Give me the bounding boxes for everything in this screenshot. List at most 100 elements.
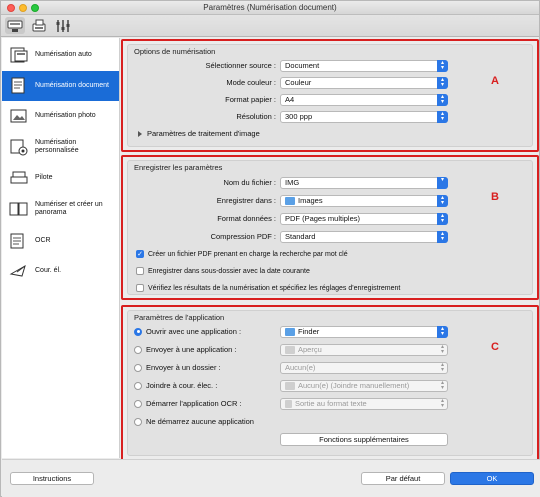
more-functions-button[interactable]: Fonctions supplémentaires	[280, 433, 448, 446]
checkbox-box	[136, 267, 144, 275]
date-subfolder-checkbox[interactable]: Enregistrer dans sous-dossier avec la da…	[136, 267, 310, 275]
scan-from-computer-icon	[7, 20, 23, 32]
finder-icon	[285, 328, 295, 336]
text-document-icon	[285, 400, 292, 408]
tab-general-settings[interactable]	[53, 17, 73, 34]
section-letter-a: A	[491, 75, 499, 87]
source-select[interactable]: Document ▴ ▾	[280, 60, 448, 72]
toolbar	[1, 15, 539, 37]
start-ocr-radio[interactable]: Démarrer l'application OCR :	[134, 399, 242, 408]
send-to-app-radio[interactable]: Envoyer à une application :	[134, 345, 236, 354]
radio-indicator	[134, 381, 142, 390]
open-with-app-select[interactable]: Finder ▴ ▾	[280, 326, 448, 338]
searchable-pdf-checkbox[interactable]: ✓ Créer un fichier PDF prenant en charge…	[136, 250, 348, 258]
send-to-app-select[interactable]: Aperçu ▴ ▾	[280, 344, 448, 356]
open-with-app-radio[interactable]: Ouvrir avec une application :	[134, 327, 241, 336]
sidebar-item-label: Numériser et créer un panorama	[35, 201, 103, 216]
start-ocr-select[interactable]: Sortie au format texte ▴ ▾	[280, 398, 448, 410]
send-to-folder-label: Envoyer à un dossier :	[146, 363, 221, 372]
instructions-button[interactable]: Instructions	[10, 472, 94, 485]
custom-scan-icon	[10, 139, 28, 156]
chevron-updown-icon: ▴ ▾	[437, 231, 448, 243]
application-settings-title: Paramètres de l'application	[134, 313, 225, 322]
resolution-select[interactable]: 300 ppp ▴ ▾	[280, 111, 448, 123]
attach-email-radio[interactable]: Joindre à cour. élec. :	[134, 381, 217, 390]
open-with-app-label: Ouvrir avec une application :	[146, 327, 242, 336]
chevron-updown-icon: ▴ ▾	[437, 326, 448, 338]
settings-window: Paramètres (Numérisation document) Numér…	[0, 0, 540, 497]
pdf-compression-label: Compression PDF :	[210, 232, 276, 241]
data-format-select[interactable]: PDF (Pages multiples) ▴ ▾	[280, 213, 448, 225]
radio-indicator	[134, 399, 142, 408]
sidebar-item-driver[interactable]: Pilote	[2, 163, 119, 193]
pdf-compression-select[interactable]: Standard ▴ ▾	[280, 231, 448, 243]
image-processing-label: Paramètres de traitement d'image	[147, 129, 260, 138]
sidebar-item-panorama[interactable]: Numériser et créer un panorama	[2, 194, 119, 224]
chevron-updown-icon: ▴ ▾	[437, 195, 448, 207]
sidebar: Numérisation auto Numérisation document …	[2, 38, 120, 458]
save-in-value: Images	[298, 196, 323, 205]
paper-size-select[interactable]: A4 ▴ ▾	[280, 94, 448, 106]
save-in-select[interactable]: Images ▴ ▾	[280, 195, 448, 207]
scan-options-panel: Options de numérisation Sélectionner sou…	[127, 44, 533, 147]
image-processing-disclosure[interactable]: Paramètres de traitement d'image	[138, 129, 260, 138]
radio-indicator	[134, 327, 142, 336]
attach-email-select[interactable]: Aucun(e) (Joindre manuellement) ▴ ▾	[280, 380, 448, 392]
disclosure-triangle-icon	[138, 130, 142, 137]
chevron-updown-icon: ▴ ▾	[440, 344, 444, 355]
no-app-label: Ne démarrez aucune application	[146, 417, 254, 426]
tab-scan-from-operation-panel[interactable]	[29, 17, 49, 34]
chevron-updown-icon: ▴ ▾	[437, 94, 448, 106]
paper-size-label: Format papier :	[225, 95, 276, 104]
tab-scan-from-computer[interactable]	[5, 17, 25, 34]
driver-icon	[10, 171, 28, 184]
source-label: Sélectionner source :	[205, 61, 276, 70]
send-to-folder-select[interactable]: Aucun(e) ▴ ▾	[280, 362, 448, 374]
sidebar-item-ocr[interactable]: OCR	[2, 226, 119, 256]
paper-size-value: A4	[285, 95, 295, 104]
data-format-label: Format données :	[217, 214, 276, 223]
no-app-radio[interactable]: Ne démarrez aucune application	[134, 417, 254, 426]
document-scan-icon	[11, 77, 25, 94]
section-letter-c: C	[491, 341, 499, 353]
folder-icon	[285, 197, 295, 205]
sidebar-item-label: OCR	[35, 237, 51, 244]
save-settings-panel: Enregistrer les paramètres Nom du fichie…	[127, 160, 533, 295]
open-with-app-value: Finder	[298, 327, 320, 336]
application-settings-section: Paramètres de l'application Ouvrir avec …	[121, 305, 539, 461]
application-settings-panel: Paramètres de l'application Ouvrir avec …	[127, 310, 533, 456]
chevron-updown-icon: ▴ ▾	[440, 380, 444, 391]
footer-bar: Instructions Par défaut OK	[2, 459, 540, 497]
email-icon	[9, 264, 26, 277]
sidebar-item-photo-scan[interactable]: Numérisation photo	[2, 101, 119, 131]
send-to-folder-radio[interactable]: Envoyer à un dossier :	[134, 363, 221, 372]
sidebar-item-label: Cour. él.	[35, 267, 62, 274]
data-format-value: PDF (Pages multiples)	[285, 214, 361, 223]
resolution-label: Résolution :	[236, 112, 276, 121]
ok-button[interactable]: OK	[450, 472, 534, 485]
resolution-value: 300 ppp	[285, 112, 313, 121]
pdf-compression-value: Standard	[285, 232, 316, 241]
chevron-updown-icon: ▴ ▾	[440, 398, 444, 409]
sidebar-item-document-scan[interactable]: Numérisation document	[2, 71, 119, 101]
ocr-icon	[10, 233, 24, 249]
radio-indicator	[134, 417, 142, 426]
checkbox-box	[136, 284, 144, 292]
filename-field[interactable]: IMG ▾	[280, 177, 448, 189]
mail-app-icon	[285, 382, 295, 390]
filename-label: Nom du fichier :	[223, 178, 276, 187]
photo-scan-icon	[10, 109, 27, 123]
chevron-updown-icon: ▴ ▾	[437, 77, 448, 89]
sidebar-item-auto-scan[interactable]: Numérisation auto	[2, 40, 119, 70]
chevron-updown-icon: ▴ ▾	[440, 362, 444, 373]
checkmark-icon: ✓	[136, 250, 144, 258]
color-mode-select[interactable]: Couleur ▴ ▾	[280, 77, 448, 89]
defaults-button[interactable]: Par défaut	[361, 472, 445, 485]
sidebar-item-label: Numérisation auto	[35, 51, 92, 58]
send-to-app-label: Envoyer à une application :	[146, 345, 237, 354]
verify-results-checkbox[interactable]: Vérifiez les résultats de la numérisatio…	[136, 284, 400, 292]
sidebar-item-custom-scan[interactable]: Numérisation personnalisée	[2, 132, 119, 162]
scan-options-section: Options de numérisation Sélectionner sou…	[121, 39, 539, 152]
searchable-pdf-label: Créer un fichier PDF prenant en charge l…	[148, 250, 348, 258]
sidebar-item-email[interactable]: Cour. él.	[2, 256, 119, 286]
